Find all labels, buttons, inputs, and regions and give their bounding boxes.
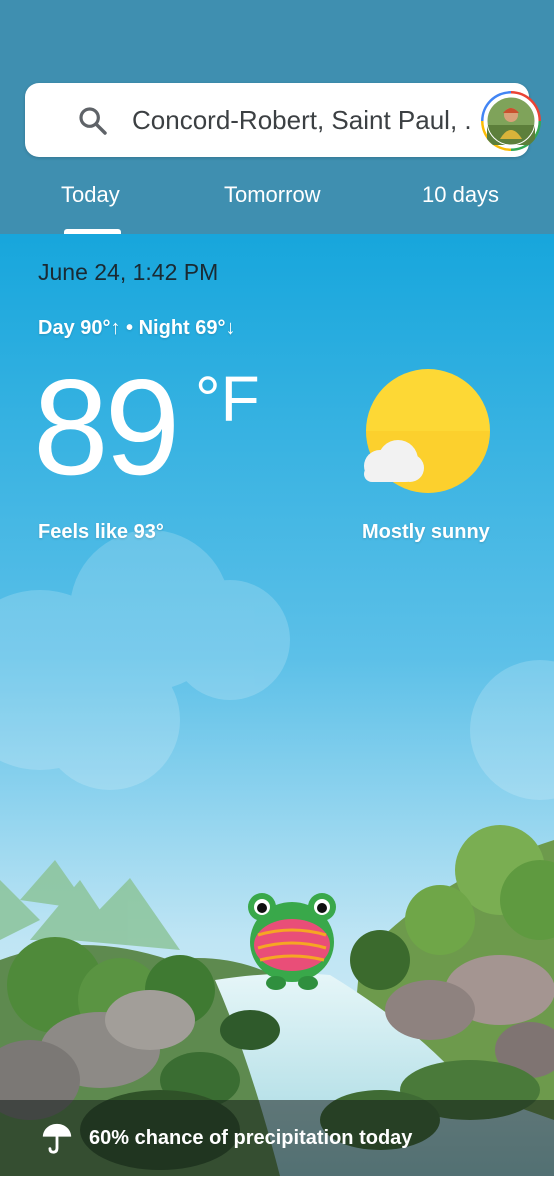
weather-condition: Mostly sunny: [362, 521, 490, 543]
umbrella-icon: [42, 1123, 72, 1154]
location-search-bar[interactable]: Concord-Robert, Saint Paul, ...: [25, 83, 541, 157]
current-temperature: 89: [33, 351, 180, 503]
feels-like: Feels like 93°: [38, 521, 164, 543]
tab-10-days[interactable]: 10 days: [422, 182, 499, 208]
weather-app: Concord-Robert, Saint Paul, ... Today To…: [0, 0, 554, 1176]
day-tabs: Today Tomorrow 10 days: [0, 170, 554, 234]
avatar[interactable]: [481, 91, 541, 151]
temperature-unit: °F: [195, 363, 260, 435]
sun-with-cloud-icon: [364, 369, 490, 493]
search-icon[interactable]: [77, 105, 109, 137]
selected-tab-indicator: [64, 229, 121, 234]
bottom-strip: [0, 1176, 554, 1200]
day-night-temperatures: Day 90°↑ • Night 69°↓: [38, 317, 236, 339]
date-time: June 24, 1:42 PM: [38, 259, 219, 285]
app-header: Concord-Robert, Saint Paul, ... Today To…: [0, 0, 554, 234]
tab-today[interactable]: Today: [61, 182, 120, 208]
precipitation-banner[interactable]: 60% chance of precipitation today: [0, 1100, 554, 1176]
precipitation-text: 60% chance of precipitation today: [89, 1127, 413, 1149]
location-text[interactable]: Concord-Robert, Saint Paul, ...: [132, 83, 472, 157]
tab-tomorrow[interactable]: Tomorrow: [224, 182, 321, 208]
account-avatar-icon: [481, 91, 541, 151]
